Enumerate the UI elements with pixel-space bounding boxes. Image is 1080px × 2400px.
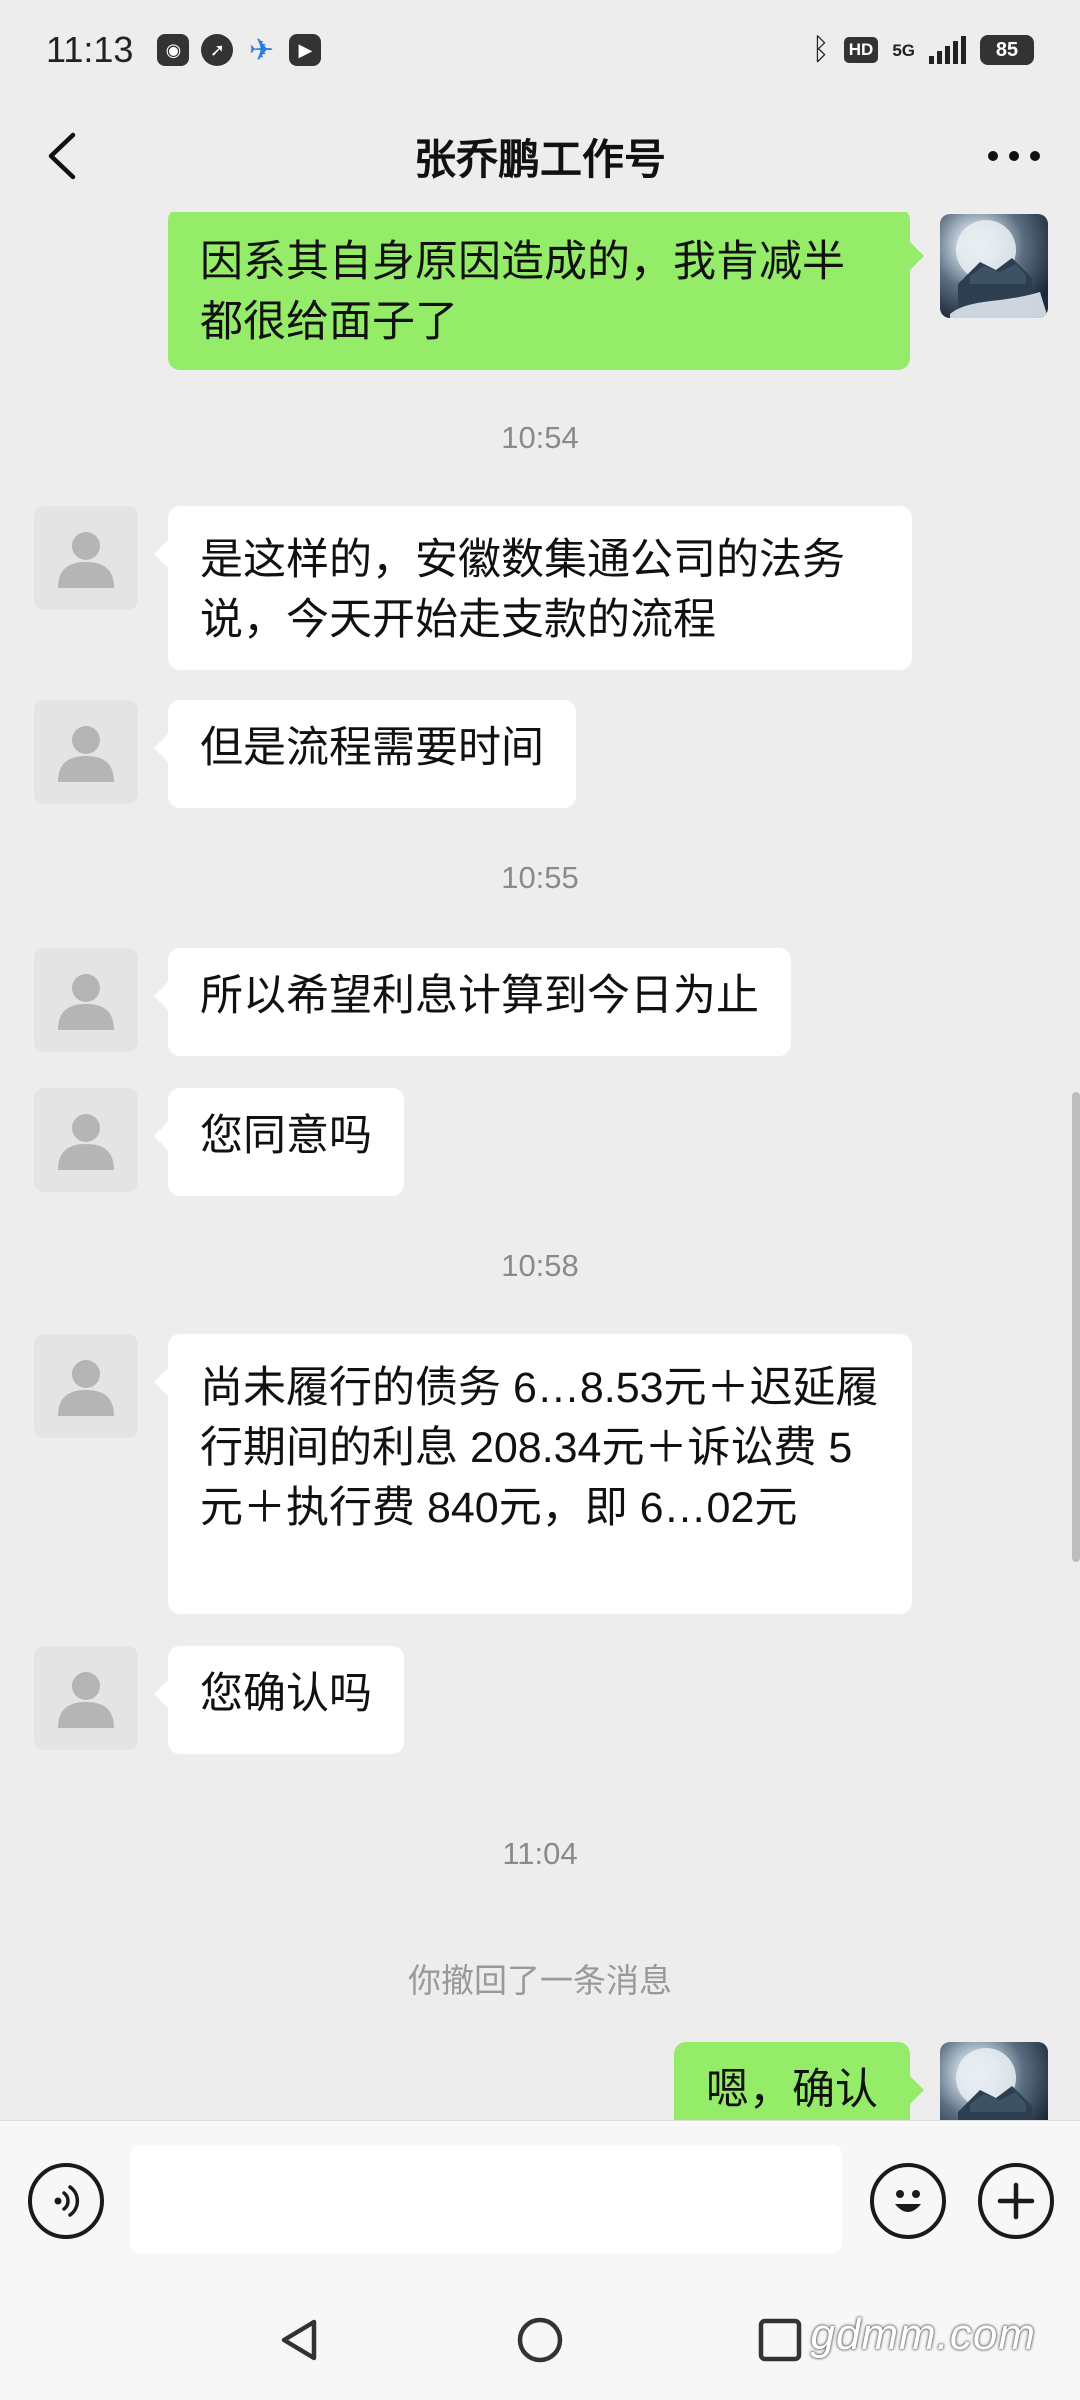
message-bubble-outgoing[interactable]: 因系其自身原因造成的，我肯减半都很给面子了	[168, 212, 924, 370]
compass-app-icon: ➚	[201, 34, 234, 66]
message-text: 您确认吗	[200, 1670, 372, 1718]
self-avatar[interactable]	[940, 214, 1048, 318]
nav-home-button[interactable]	[512, 2312, 568, 2368]
contact-avatar[interactable]	[34, 1088, 138, 1192]
message-text: 尚未履行的债务 6…8.53元＋迟延履行期间的利息 208.34元＋诉讼费 5元…	[200, 1364, 879, 1532]
default-user-icon	[58, 1114, 114, 1170]
message-text: 因系其自身原因造成的，我肯减半都很给面子了	[200, 238, 845, 346]
chevron-left-icon	[48, 132, 76, 180]
status-app-icons: ◉ ➚ ✈ ▶	[157, 33, 322, 67]
app-notification-icon: ◉	[157, 34, 190, 66]
timestamp: 10:55	[501, 860, 579, 895]
message-bubble-incoming[interactable]: 您确认吗	[154, 1646, 404, 1754]
message-text: 所以希望利息计算到今日为止	[200, 972, 759, 1020]
scrollbar[interactable]	[1072, 1092, 1080, 1562]
emoji-icon	[895, 2190, 921, 2212]
recalled-message-notice: 你撤回了一条消息	[408, 1962, 672, 1999]
default-user-icon	[58, 532, 114, 588]
battery-icon: 85	[980, 35, 1034, 65]
message-bubble-incoming[interactable]: 您同意吗	[154, 1088, 404, 1196]
more-options-button[interactable]	[974, 124, 1054, 188]
self-avatar[interactable]	[940, 2042, 1048, 2120]
message-bubble-outgoing[interactable]: 嗯，确认	[674, 2042, 924, 2120]
chat-header: 张乔鹏工作号	[0, 100, 1080, 212]
timestamp: 10:54	[501, 420, 579, 455]
triangle-back-icon	[281, 2319, 317, 2361]
timestamp: 11:04	[502, 1836, 578, 1871]
status-indicators: ᛒ HD 5G 85	[812, 33, 1034, 67]
message-bubble-incoming[interactable]: 尚未履行的债务 6…8.53元＋迟延履行期间的利息 208.34元＋诉讼费 5元…	[154, 1334, 912, 1614]
plus-icon	[997, 2182, 1035, 2220]
message-bubble-incoming[interactable]: 但是流程需要时间	[154, 700, 576, 808]
paper-plane-icon: ✈	[248, 33, 274, 67]
message-text: 但是流程需要时间	[200, 724, 544, 772]
voice-input-button[interactable]	[28, 2163, 104, 2239]
status-bar: 11:13 ◉ ➚ ✈ ▶ ᛒ HD 5G 85	[0, 0, 1080, 100]
timestamp: 10:58	[501, 1248, 579, 1283]
default-user-icon	[58, 726, 114, 782]
circle-home-icon	[517, 2317, 563, 2363]
message-text: 嗯，确认	[706, 2066, 878, 2114]
default-user-icon	[58, 1360, 114, 1416]
nav-recents-button[interactable]	[752, 2312, 808, 2368]
avatar-image	[956, 2048, 1032, 2120]
bluetooth-icon: ᛒ	[811, 33, 830, 66]
avatar-image	[950, 220, 1048, 318]
back-button[interactable]	[30, 124, 94, 188]
input-bar	[0, 2120, 1080, 2280]
play-app-icon: ▶	[289, 34, 322, 66]
contact-avatar[interactable]	[34, 1646, 138, 1750]
signal-icon	[929, 36, 966, 64]
status-time: 11:13	[46, 29, 134, 70]
hd-badge: HD	[843, 37, 879, 63]
more-functions-button[interactable]	[978, 2163, 1054, 2239]
contact-avatar[interactable]	[34, 506, 138, 610]
chat-title: 张乔鹏工作号	[413, 135, 666, 183]
square-recents-icon	[758, 2318, 802, 2362]
emoji-button[interactable]	[870, 2163, 946, 2239]
contact-avatar[interactable]	[34, 1334, 138, 1438]
message-text: 是这样的，安徽数集通公司的法务说，今天开始走支款的流程	[200, 536, 845, 644]
watermark: gdmm.com	[810, 2310, 1036, 2359]
contact-avatar[interactable]	[34, 700, 138, 804]
message-bubble-incoming[interactable]: 是这样的，安徽数集通公司的法务说，今天开始走支款的流程	[154, 506, 912, 670]
default-user-icon	[58, 974, 114, 1030]
more-dots-icon	[988, 151, 1040, 161]
contact-avatar[interactable]	[34, 948, 138, 1052]
message-bubble-incoming[interactable]: 所以希望利息计算到今日为止	[154, 948, 791, 1056]
message-list[interactable]: 因系其自身原因造成的，我肯减半都很给面子了 10:54 是这样的，安徽数集通公司…	[0, 212, 1080, 2120]
nav-back-button[interactable]	[272, 2312, 328, 2368]
default-user-icon	[58, 1672, 114, 1728]
message-input[interactable]	[130, 2145, 842, 2253]
network-type: 5G	[892, 40, 915, 60]
voice-icon	[54, 2185, 80, 2217]
message-text: 您同意吗	[200, 1112, 372, 1160]
